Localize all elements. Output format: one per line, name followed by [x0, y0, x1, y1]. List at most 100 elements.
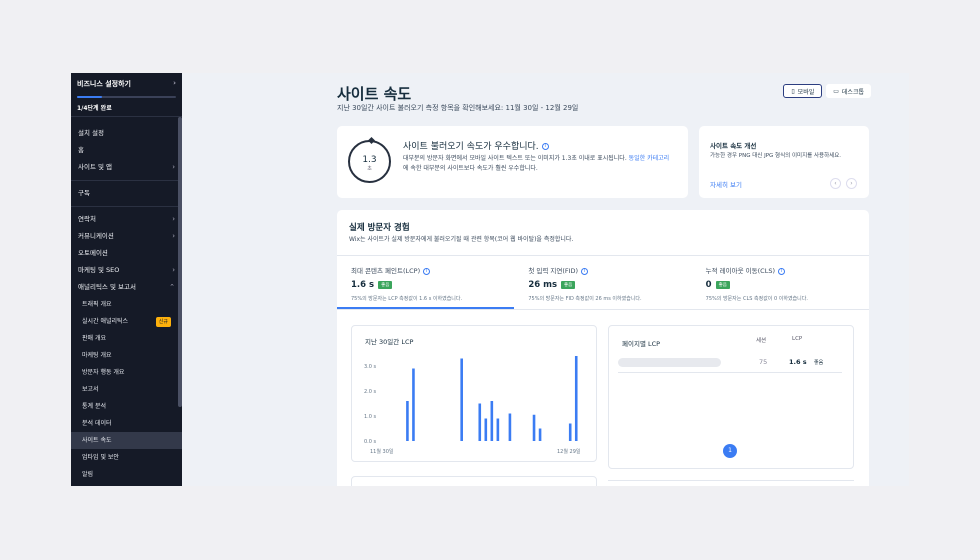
metric-description: 75%의 방문자는 CLS 측정값이 0 이하였습니다. [705, 296, 808, 302]
sidebar-item[interactable]: 방문자 행동 개요 [71, 364, 182, 381]
sidebar-item[interactable]: 설치 설정 [71, 125, 182, 142]
lcp-chart-card: 지난 30일간 LCP 0.0 s 1.0 s 2.0 s 3.0 s 11월 30일 1… [351, 325, 597, 462]
desktop-button[interactable]: ▭ 데스크톱 [826, 84, 871, 98]
experience-subtitle: Wix는 사이트가 실제 방문자에게 불러오기될 때 관련 항목(코어 웹 바이… [349, 236, 574, 243]
metric-tabs: 최대 콘텐츠 페인트(LCP) i 1.6 s 좋음 75%의 방문자는 LCP 측정값… [337, 256, 869, 310]
setup-title[interactable]: 비즈니스 설정하기 › [77, 79, 176, 89]
sidebar-item-label: 트래픽 개요 [82, 301, 112, 308]
setup-progress-fill [77, 96, 102, 98]
y-tick-label: 3.0 s [364, 364, 377, 370]
chart-bar[interactable] [538, 428, 542, 442]
setup-status: 1/4단계 완료 [77, 105, 112, 112]
metric-value: 0 좋음 [706, 280, 869, 290]
sidebar-item[interactable]: 업타임 및 보안 [71, 449, 182, 466]
sidebar-item[interactable]: 커뮤니케이션 › [71, 228, 182, 245]
metric-name: 최대 콘텐츠 페인트(LCP) i [351, 265, 514, 275]
metric-tab[interactable]: 첫 입력 지연(FID) i 26 ms 좋음 75%의 방문자는 FID 측정값이 2… [514, 256, 691, 309]
col-lcp-header[interactable]: LCP [792, 336, 802, 342]
main-content: 사이트 속도 지난 30일간 사이트 불러오기 측정 항목을 확인해보세요: 1… [182, 73, 909, 486]
category-link[interactable]: 동일한 카테고리 [629, 155, 670, 162]
chevron-right-icon[interactable]: › [846, 178, 857, 189]
sidebar-item-label: 구독 [78, 189, 90, 197]
speed-desc-after: 에 속한 대부분의 사이트보다 속도가 훨씬 우수합니다. [403, 165, 538, 172]
sidebar-item[interactable]: 마케팅 개요 [71, 347, 182, 364]
chart-bar[interactable] [568, 423, 572, 442]
y-tick-label: 0.0 s [364, 439, 377, 445]
chart-bar[interactable] [490, 401, 494, 441]
sidebar-item[interactable]: 보고서 [71, 381, 182, 398]
row-badge: 좋음 [814, 360, 824, 366]
metric-tab[interactable]: 최대 콘텐츠 페인트(LCP) i 1.6 s 좋음 75%의 방문자는 LCP 측정값… [337, 256, 515, 309]
chart-bar[interactable] [460, 358, 463, 442]
sidebar-item[interactable]: 구독 [71, 185, 182, 202]
row-divider [618, 372, 842, 373]
carousel-arrows: ‹ › [830, 178, 857, 189]
gauge-marker-icon [367, 136, 376, 145]
desktop-label: 데스크톱 [841, 88, 864, 96]
sidebar-item-label: 보고서 [82, 386, 99, 393]
chart-bar[interactable] [574, 356, 578, 441]
sidebar-item[interactable]: 연락처 › [71, 211, 182, 228]
sidebar-item[interactable]: 애널리틱스 및 보고서 ⌃ [71, 279, 182, 296]
y-tick-label: 1.0 s [364, 414, 377, 420]
info-icon[interactable]: i [778, 267, 785, 275]
x-tick-label: 12월 29일 [557, 448, 581, 455]
chevron-right-icon: › [172, 215, 175, 223]
chevron-right-icon: › [172, 266, 175, 274]
sidebar-item-label: 사이트 및 앱 [78, 163, 113, 171]
app-window: 비즈니스 설정하기 › 1/4단계 완료 설치 설정 홈 사이트 및 앱 › 구독 연락처… [71, 73, 909, 486]
sidebar-item[interactable]: 사이트 속도 [71, 432, 182, 449]
chart-bar[interactable] [412, 368, 415, 442]
info-icon[interactable]: i [423, 267, 431, 275]
metric-name-text: 최대 콘텐츠 페인트(LCP) [351, 267, 421, 275]
sidebar-item[interactable]: 사이트 및 앱 › [71, 159, 182, 176]
sidebar-item-label: 마케팅 및 SEO [78, 266, 120, 274]
info-icon[interactable]: i [541, 143, 549, 150]
speed-desc-before: 대부분의 방문자 화면에서 모바일 사이트 텍스트 또는 이미지가 1.3초 이… [403, 155, 629, 162]
metric-name-text: 첫 입력 지연(FID) [528, 267, 579, 275]
y-tick-label: 2.0 s [364, 389, 377, 395]
metric-name-text: 누적 레이아웃 이동(CLS) [705, 267, 775, 275]
next-card [608, 480, 854, 486]
good-badge: 좋음 [378, 281, 393, 289]
chart-bar[interactable] [508, 413, 512, 442]
sidebar-item-label: 통계 분석 [82, 403, 106, 410]
chart-bar[interactable] [484, 418, 488, 442]
chart-bar[interactable] [532, 414, 536, 441]
metric-name: 누적 레이아웃 이동(CLS) i [706, 265, 869, 275]
page-lcp-card: 페이지별 LCP 세션 LCP 75 1.6 s 좋음 1 [608, 325, 854, 469]
chevron-left-icon[interactable]: ‹ [830, 178, 841, 189]
sidebar-item[interactable]: 홈 [71, 142, 182, 159]
pagination-page-button[interactable]: 1 [723, 444, 737, 458]
col-sessions-header[interactable]: 세션 [756, 336, 766, 344]
sidebar-item[interactable]: 마케팅 및 SEO › [71, 262, 182, 279]
mobile-button[interactable]: ▯ 모바일 [783, 84, 823, 98]
sidebar-item-label: 연락처 [78, 215, 96, 223]
speed-summary-card: 1.3 초 사이트 불러오기 속도가 우수합니다. i 대부분의 방문자 화면에서… [337, 126, 688, 198]
improve-description: 가능한 경우 PNG 대신 JPG 형식의 이미지를 사용하세요. [710, 153, 842, 159]
metric-value-text: 0 [705, 280, 712, 290]
sidebar-item[interactable]: 트래픽 개요 [71, 296, 182, 313]
sidebar-item[interactable]: 실시간 애널리틱스 신규 [71, 313, 182, 330]
sidebar-item[interactable]: 판매 개요 [71, 330, 182, 347]
sidebar-item[interactable]: 통계 분석 [71, 398, 182, 415]
chart-bar[interactable] [496, 418, 500, 442]
experience-title: 실제 방문자 경험 [349, 223, 410, 233]
lcp-bar-chart: 0.0 s 1.0 s 2.0 s 3.0 s 11월 30일 12월 29일 [364, 356, 581, 455]
sidebar-item[interactable]: 오토메이션 [71, 245, 182, 262]
sidebar-item-label: 애널리틱스 및 보고서 [78, 283, 136, 291]
new-badge: 신규 [155, 316, 171, 327]
page-title: 사이트 속도 [337, 85, 412, 103]
metric-tab[interactable]: 누적 레이아웃 이동(CLS) i 0 좋음 75%의 방문자는 CLS 측정값이 0 … [692, 256, 869, 309]
chevron-right-icon: › [173, 79, 176, 87]
chart-bar[interactable] [478, 403, 482, 442]
chart-bar[interactable] [406, 401, 409, 441]
good-badge: 좋음 [715, 281, 730, 289]
learn-more-link[interactable]: 자세히 보기 [710, 179, 742, 189]
setup-section[interactable]: 비즈니스 설정하기 › 1/4단계 완료 [71, 73, 182, 117]
sidebar-item[interactable]: 알림 [71, 466, 182, 483]
sidebar-item[interactable]: 분석 데이터 [71, 415, 182, 432]
metric-name: 첫 입력 지연(FID) i [528, 265, 691, 275]
sidebar-item-label: 분석 데이터 [82, 420, 112, 427]
info-icon[interactable]: i [581, 267, 589, 275]
